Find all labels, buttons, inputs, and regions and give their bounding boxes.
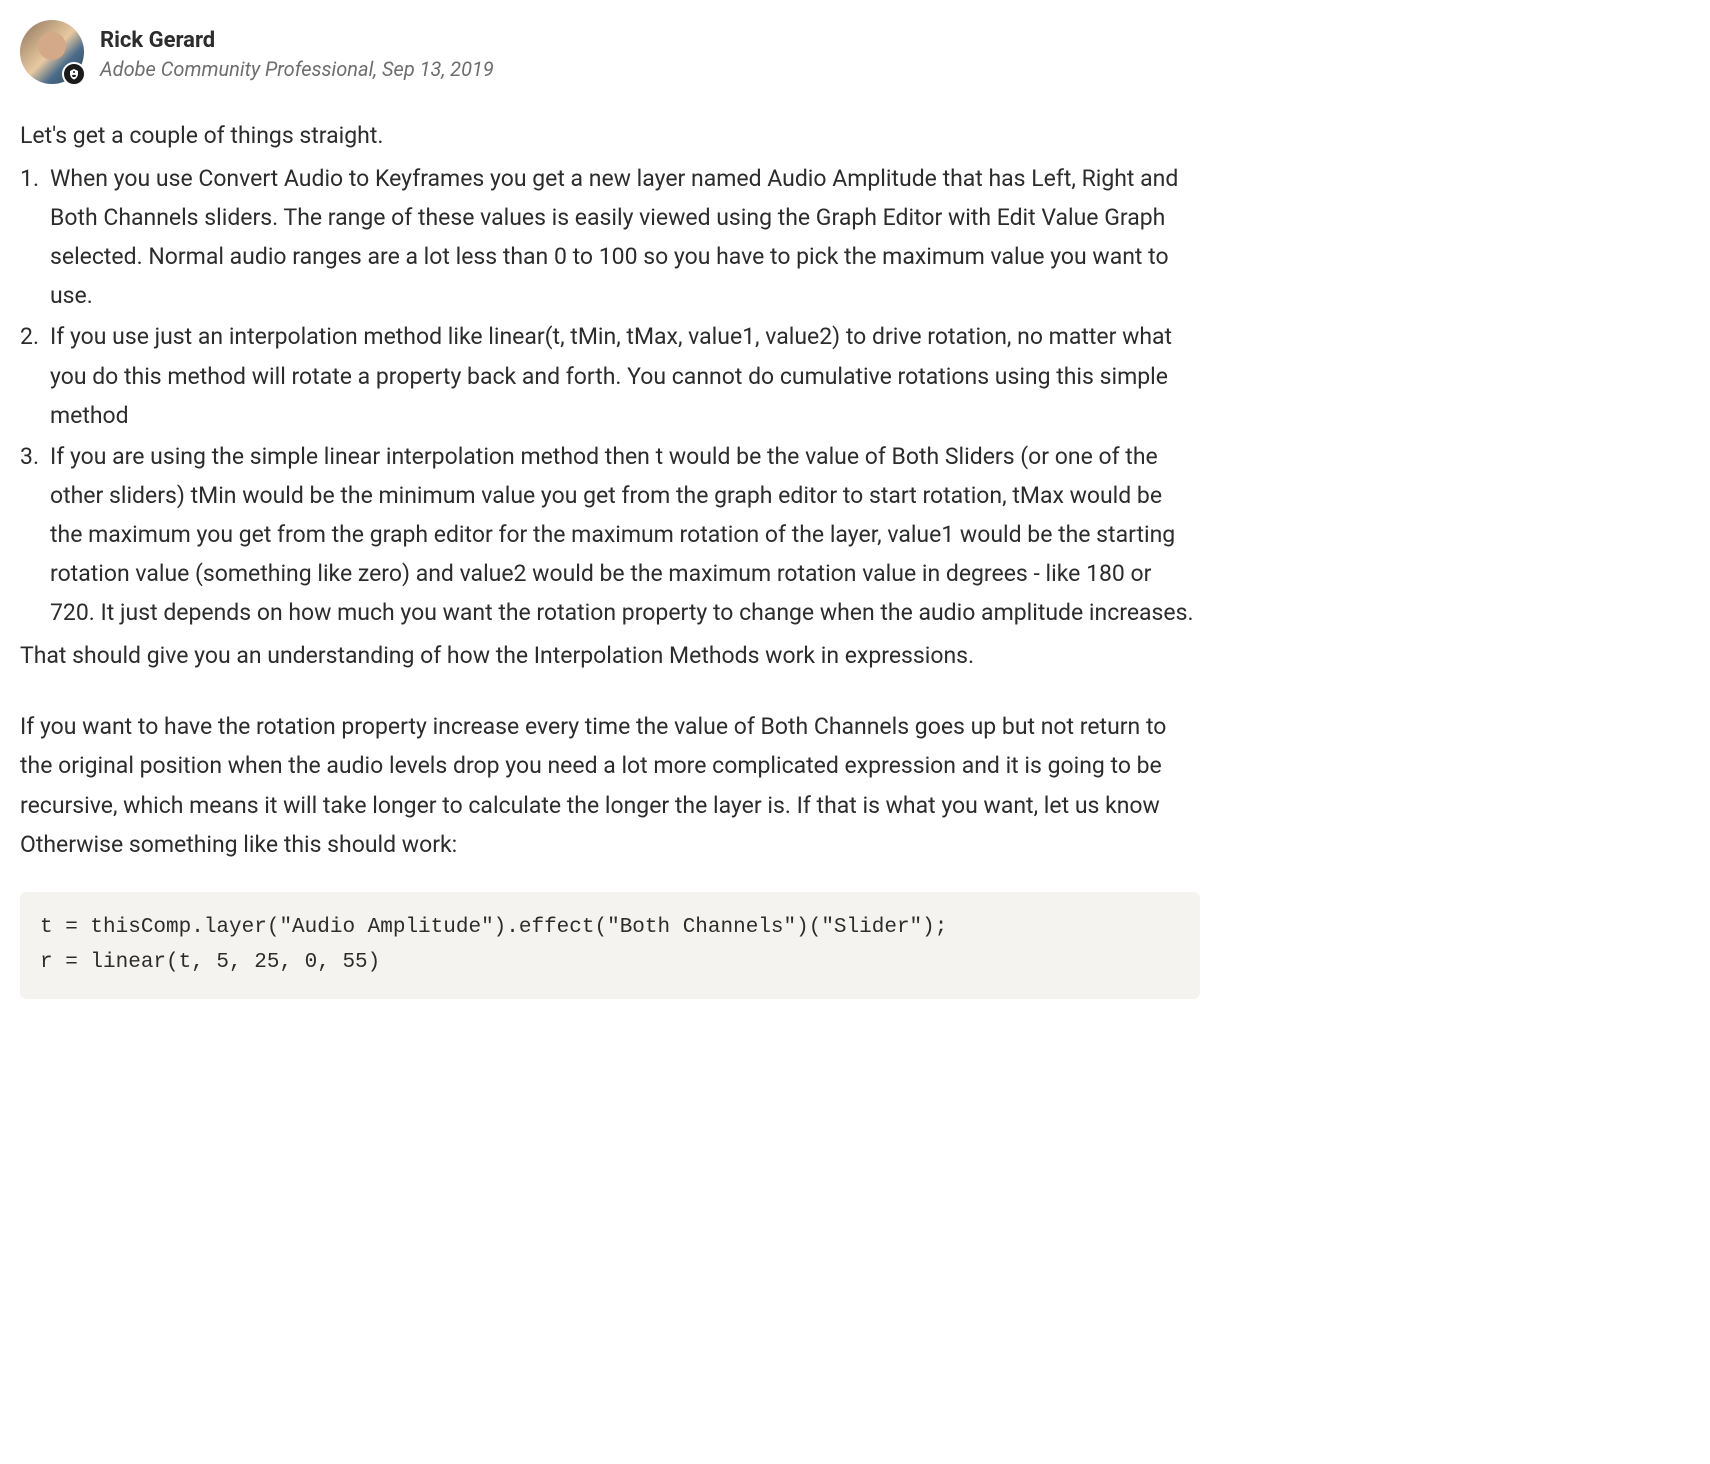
avatar-wrapper[interactable] (20, 20, 84, 84)
numbered-list: When you use Convert Audio to Keyframes … (20, 159, 1200, 632)
list-item: When you use Convert Audio to Keyframes … (20, 159, 1200, 315)
author-role: Adobe Community Professional (100, 57, 373, 81)
author-meta: Adobe Community Professional, Sep 13, 20… (100, 57, 494, 81)
professional-badge-icon (62, 62, 86, 86)
followup-text: That should give you an understanding of… (20, 636, 1200, 675)
author-info: Rick Gerard Adobe Community Professional… (100, 20, 494, 81)
code-block[interactable]: t = thisComp.layer("Audio Amplitude").ef… (20, 892, 1200, 999)
post-header: Rick Gerard Adobe Community Professional… (20, 20, 1200, 84)
author-name[interactable]: Rick Gerard (100, 28, 494, 53)
intro-text: Let's get a couple of things straight. (20, 116, 1200, 155)
forum-post: Rick Gerard Adobe Community Professional… (20, 20, 1200, 999)
list-item: If you use just an interpolation method … (20, 317, 1200, 434)
list-item: If you are using the simple linear inter… (20, 437, 1200, 632)
post-body: Let's get a couple of things straight. W… (20, 116, 1200, 999)
post-date: Sep 13, 2019 (382, 57, 494, 81)
body-paragraph: If you want to have the rotation propert… (20, 707, 1200, 863)
